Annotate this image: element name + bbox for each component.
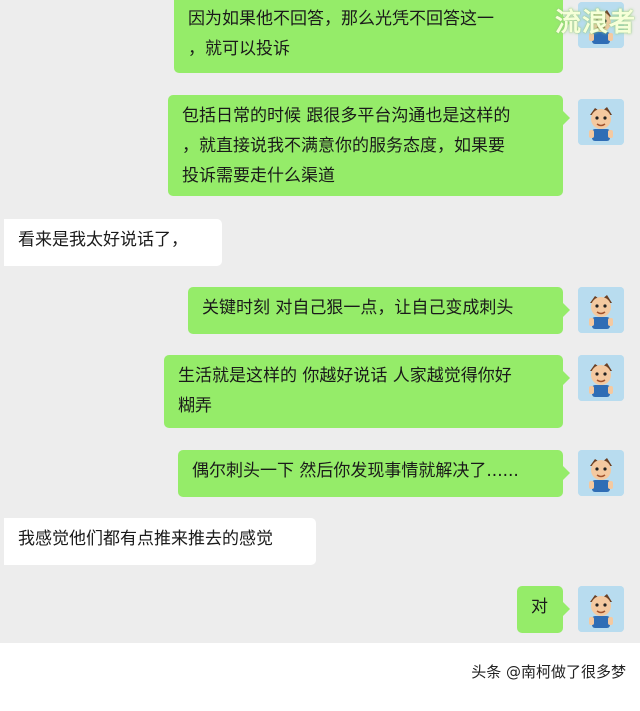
cartoon-boy-avatar-icon [578,355,624,401]
message-bubble-2[interactable]: 包括日常的时候 跟很多平台沟通也是这样的 ，就直接说我不满意你的服务态度，如果要… [168,95,570,196]
source-watermark: 头条 @南柯做了很多梦 [471,663,626,681]
cartoon-boy-avatar-icon [578,586,624,632]
message-bubble-6[interactable]: 偶尔刺头一下 然后你发现事情就解决了...... [178,450,570,497]
logo-overlay: 流浪者 [554,8,636,38]
message-bubble-8[interactable]: 对 [517,586,570,633]
avatar-self[interactable] [578,287,624,333]
cartoon-boy-avatar-icon [578,99,624,145]
cartoon-boy-avatar-icon [578,287,624,333]
message-bubble-7[interactable]: 我感觉他们都有点推来推去的感觉 [4,518,316,565]
avatar-self[interactable] [578,355,624,401]
avatar-self[interactable] [578,586,624,632]
message-bubble-5[interactable]: 生活就是这样的 你越好说话 人家越觉得你好 糊弄 [164,355,570,428]
message-bubble-1[interactable]: 因为如果他不回答，那么光凭不回答这一 ，就可以投诉 [174,0,570,73]
avatar-self[interactable] [578,450,624,496]
message-bubble-3[interactable]: 看来是我太好说话了， [4,219,222,266]
chat-area[interactable]: 因为如果他不回答，那么光凭不回答这一 ，就可以投诉 包括日常的时候 跟很多平台沟… [0,0,640,643]
cartoon-boy-avatar-icon [578,450,624,496]
footer-bar: 头条 @南柯做了很多梦 [0,643,640,711]
avatar-self[interactable] [578,99,624,145]
message-bubble-4[interactable]: 关键时刻 对自己狠一点，让自己变成刺头 [188,287,570,334]
